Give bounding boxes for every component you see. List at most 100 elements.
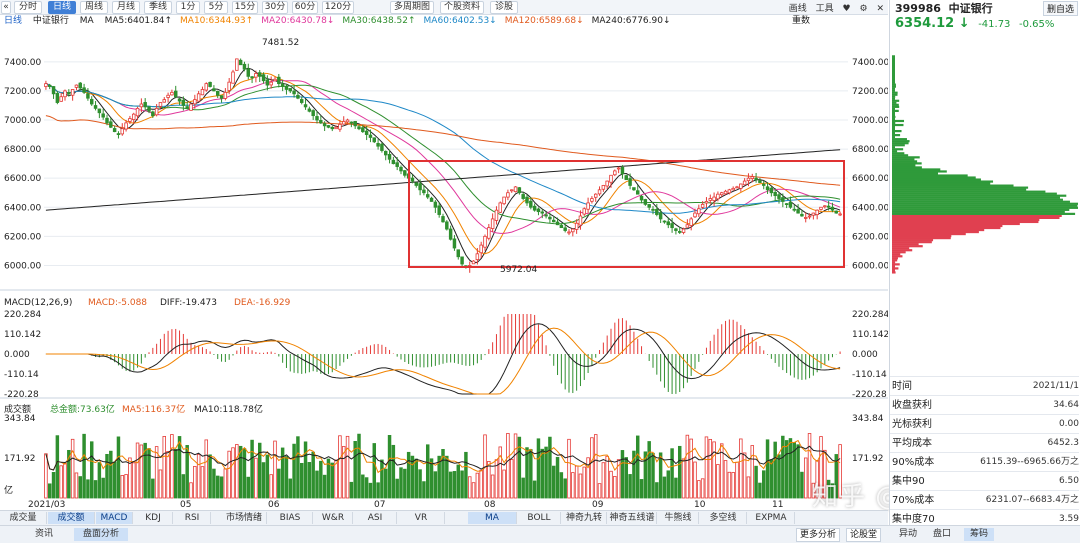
candle-body: [109, 121, 113, 128]
chip-bar: [892, 95, 896, 98]
volume-bar: [739, 438, 743, 499]
chip-bar: [892, 218, 1040, 222]
period-button-weekly[interactable]: 周线: [80, 1, 108, 14]
volume-bar: [338, 435, 342, 499]
chip-bar: [892, 239, 934, 242]
indicator-tab-13[interactable]: 神奇五线谱: [608, 512, 657, 524]
candle-body: [658, 212, 663, 220]
close-icon[interactable]: ✕: [876, 4, 884, 14]
period-button-fenshi[interactable]: 分时: [14, 1, 42, 14]
volume-bar: [380, 459, 384, 499]
indicator-tab-6[interactable]: BIAS: [268, 512, 313, 524]
stat-row: 平均成本 6452.3: [890, 433, 1079, 453]
volume-bar: [265, 454, 270, 499]
volume-bar: [204, 439, 209, 499]
indicator-tab-4[interactable]: RSI: [174, 512, 211, 524]
chip-bar: [892, 263, 900, 266]
volume-bar: [582, 466, 587, 499]
date-label: 2021/03: [28, 500, 65, 510]
candle-body: [425, 194, 430, 198]
indicator-tab-14[interactable]: 牛熊线: [658, 512, 699, 524]
gear-icon[interactable]: ⚙: [860, 4, 868, 14]
volume-bar: [361, 474, 365, 499]
period-button-1min[interactable]: 1分: [176, 1, 200, 14]
volume-bar: [761, 470, 766, 499]
bottom-bar: 资讯 盘面分析 更多分析 论股堂 异动 盘口 筹码: [0, 525, 1080, 543]
volume-bar: [112, 461, 117, 499]
favorite-icon[interactable]: ♥: [843, 4, 851, 14]
macd-axis: 220.284 220.284 110.142 110.142 0.000 0.000 -1…: [4, 310, 888, 400]
period-button-15min[interactable]: 15分: [232, 1, 258, 14]
volume-bar: [571, 472, 575, 499]
chip-bar: [892, 259, 898, 262]
volume-bar: [796, 444, 800, 499]
stat-value: 6115.39--6965.66万之: [980, 457, 1079, 467]
volume-bar: [471, 482, 476, 499]
period-button-120min[interactable]: 120分: [322, 1, 354, 14]
period-button-quarterly[interactable]: 季线: [144, 1, 172, 14]
indicator-tab-15[interactable]: 多空线: [700, 512, 747, 524]
candle-body: [250, 76, 254, 79]
volume-bar: [55, 435, 60, 499]
chip-histogram[interactable]: [890, 34, 1080, 374]
tab-orderbook[interactable]: 盘口: [928, 528, 956, 541]
indicator-tab-8[interactable]: ASI: [354, 512, 397, 524]
indicator-tab-1[interactable]: 成交额: [48, 512, 95, 524]
kline-chart-area[interactable]: 7400.00 7200.00 7000.00 6800.00 6600.00 6400.…: [0, 28, 888, 510]
candle-body: [67, 92, 71, 95]
candle-body: [777, 194, 781, 199]
period-button-60min[interactable]: 60分: [292, 1, 318, 14]
tab-market-analysis[interactable]: 盘面分析: [74, 528, 128, 541]
forum-button[interactable]: 论股堂: [846, 528, 882, 542]
tab-news[interactable]: 资讯: [26, 528, 62, 541]
candle-body: [78, 82, 83, 89]
remove-favorite-button[interactable]: 删自选: [1042, 1, 1078, 16]
indicator-tab-11[interactable]: BOLL: [518, 512, 561, 524]
more-analysis-button[interactable]: 更多分析: [796, 528, 841, 542]
candle-body: [448, 228, 453, 240]
indicator-tab-10[interactable]: MA: [468, 512, 517, 524]
chip-bar: [892, 255, 903, 258]
volume-bar: [280, 447, 285, 499]
chip-bar: [892, 269, 895, 272]
volume-bar: [586, 457, 590, 499]
draw-line-button[interactable]: 画线: [789, 4, 807, 14]
candle-body: [750, 176, 755, 180]
candle-body: [429, 197, 434, 202]
indicator-tab-16[interactable]: EXPMA: [748, 512, 795, 524]
ma-label[interactable]: MA: [80, 16, 94, 26]
indicator-tab-7[interactable]: W&R: [314, 512, 353, 524]
period-button-daily[interactable]: 日线: [48, 1, 76, 14]
volume-bar: [235, 444, 239, 499]
tools-menu-button[interactable]: 工具: [816, 4, 834, 14]
chip-bar: [892, 220, 1039, 224]
indicator-tab-0[interactable]: 成交量: [0, 512, 47, 524]
candle-body: [139, 103, 144, 108]
volume-bar: [208, 454, 212, 499]
volume-bar: [628, 474, 632, 499]
period-button-multi[interactable]: 多周期图: [390, 1, 434, 14]
period-button-monthly[interactable]: 月线: [112, 1, 140, 14]
period-button-30min[interactable]: 30分: [262, 1, 288, 14]
candle-body: [101, 113, 105, 118]
indicator-tab-9[interactable]: VR: [398, 512, 445, 524]
period-button-5min[interactable]: 5分: [204, 1, 228, 14]
indicator-tab-12[interactable]: 神奇九转: [562, 512, 607, 524]
diagnose-button[interactable]: 诊股: [490, 1, 518, 14]
chip-bar: [892, 249, 913, 252]
indicator-tab-2[interactable]: MACD: [96, 512, 133, 524]
volume-bar: [357, 433, 361, 499]
volume-bar: [651, 452, 655, 499]
candle-body: [273, 78, 277, 82]
tab-alert[interactable]: 异动: [894, 528, 922, 541]
collapse-left-icon[interactable]: «: [1, 1, 11, 14]
stock-profile-button[interactable]: 个股资料: [440, 1, 484, 14]
indicator-tab-3[interactable]: KDJ: [134, 512, 173, 524]
volume-bar: [551, 465, 556, 499]
tab-chips[interactable]: 筹码: [964, 528, 994, 541]
candle-body: [361, 127, 365, 133]
reset-button[interactable]: 重数: [792, 15, 810, 28]
indicator-tab-5[interactable]: 市场情绪: [222, 512, 267, 524]
volume-bar: [773, 441, 777, 499]
chip-bar: [892, 73, 895, 76]
